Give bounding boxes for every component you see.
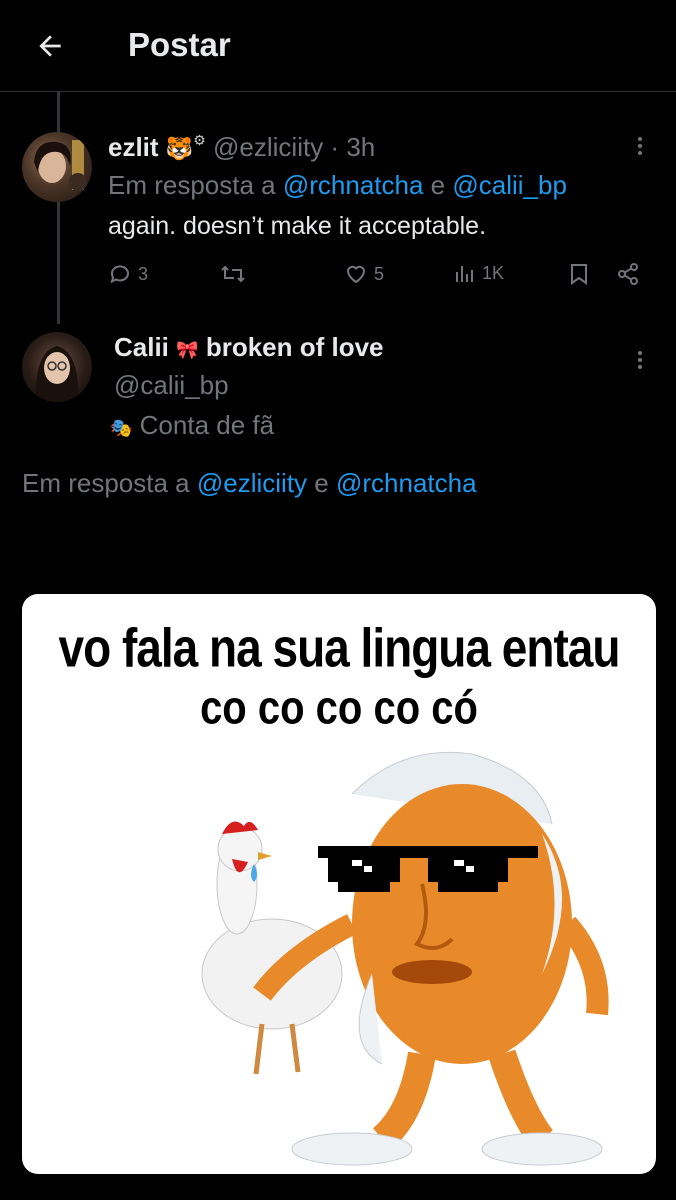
bookmark-icon bbox=[571, 264, 587, 285]
like-count: 5 bbox=[374, 263, 385, 284]
views-icon bbox=[456, 266, 473, 282]
separator: · bbox=[323, 132, 347, 162]
tiger-emoji-icon: 🐯 bbox=[165, 136, 194, 161]
author-handle[interactable]: @calii_bp bbox=[114, 370, 229, 401]
reply-prefix: Em resposta a bbox=[22, 468, 197, 498]
share-icon bbox=[618, 263, 638, 285]
more-options-button[interactable] bbox=[636, 134, 644, 158]
theater-mask-icon: 🎭 bbox=[110, 418, 133, 438]
reply-icon bbox=[110, 265, 129, 284]
tweet-actions: 3 5 1K bbox=[108, 262, 648, 298]
person-photo-icon bbox=[34, 140, 87, 191]
author-name-suffix[interactable]: broken of love bbox=[206, 332, 384, 362]
avatar-ezlit[interactable] bbox=[22, 132, 92, 202]
mention-rchnatcha[interactable]: @rchnatcha bbox=[336, 468, 477, 498]
thread-line bbox=[57, 92, 60, 324]
person-photo-icon bbox=[35, 346, 79, 402]
views-count: 1K bbox=[482, 262, 505, 283]
mention-rchnatcha[interactable]: @rchnatcha bbox=[283, 170, 424, 200]
retweet-button[interactable] bbox=[220, 262, 246, 286]
tweet-header: Calii 🎀 broken of love bbox=[114, 332, 384, 363]
reply-context: Em resposta a @rchnatcha e @calii_bp bbox=[108, 170, 567, 201]
top-bar: Postar bbox=[0, 0, 676, 92]
attached-image[interactable]: vo fala na sua lingua entau co co co co … bbox=[22, 594, 656, 1174]
more-options-button[interactable] bbox=[636, 348, 644, 372]
ribbon-icon: 🎀 bbox=[176, 340, 199, 360]
page-title: Postar bbox=[128, 26, 231, 63]
reply-and: e bbox=[307, 468, 336, 498]
author-handle[interactable]: @ezliciity bbox=[213, 132, 323, 162]
like-button[interactable]: 5 bbox=[344, 262, 384, 286]
bookmark-button[interactable] bbox=[568, 262, 590, 286]
previous-tweet-remnant bbox=[0, 92, 676, 98]
author-name[interactable]: ezlit bbox=[108, 132, 159, 162]
share-button[interactable] bbox=[616, 262, 640, 286]
fan-account-badge: 🎭 Conta de fã bbox=[110, 410, 274, 441]
reply-count: 3 bbox=[138, 263, 149, 284]
views-button[interactable]: 1K bbox=[454, 262, 504, 284]
back-button[interactable] bbox=[30, 26, 70, 66]
avatar-calii[interactable] bbox=[22, 332, 92, 402]
badge-label: Conta de fã bbox=[139, 410, 275, 440]
meme-illustration bbox=[201, 751, 609, 1166]
retweet-icon bbox=[221, 265, 245, 283]
tweet-text: again. doesn’t make it acceptable. bbox=[108, 212, 487, 240]
tweet-header: ezlit 🐯⚙ @ezliciity · 3h bbox=[108, 132, 375, 163]
arrow-left-icon bbox=[39, 35, 61, 57]
heart-icon bbox=[346, 265, 366, 284]
author-name[interactable]: Calii bbox=[114, 332, 169, 362]
mention-calii[interactable]: @calii_bp bbox=[452, 170, 567, 200]
reply-prefix: Em resposta a bbox=[108, 170, 283, 200]
reply-button[interactable]: 3 bbox=[108, 262, 148, 286]
reply-context: Em resposta a @ezliciity e @rchnatcha bbox=[22, 468, 477, 499]
badge-decoration-icon: ⚙ bbox=[193, 132, 206, 148]
mention-ezliciity[interactable]: @ezliciity bbox=[197, 468, 307, 498]
timestamp[interactable]: 3h bbox=[346, 132, 375, 162]
orange-creature-icon bbox=[253, 751, 609, 1166]
reply-and: e bbox=[423, 170, 453, 200]
